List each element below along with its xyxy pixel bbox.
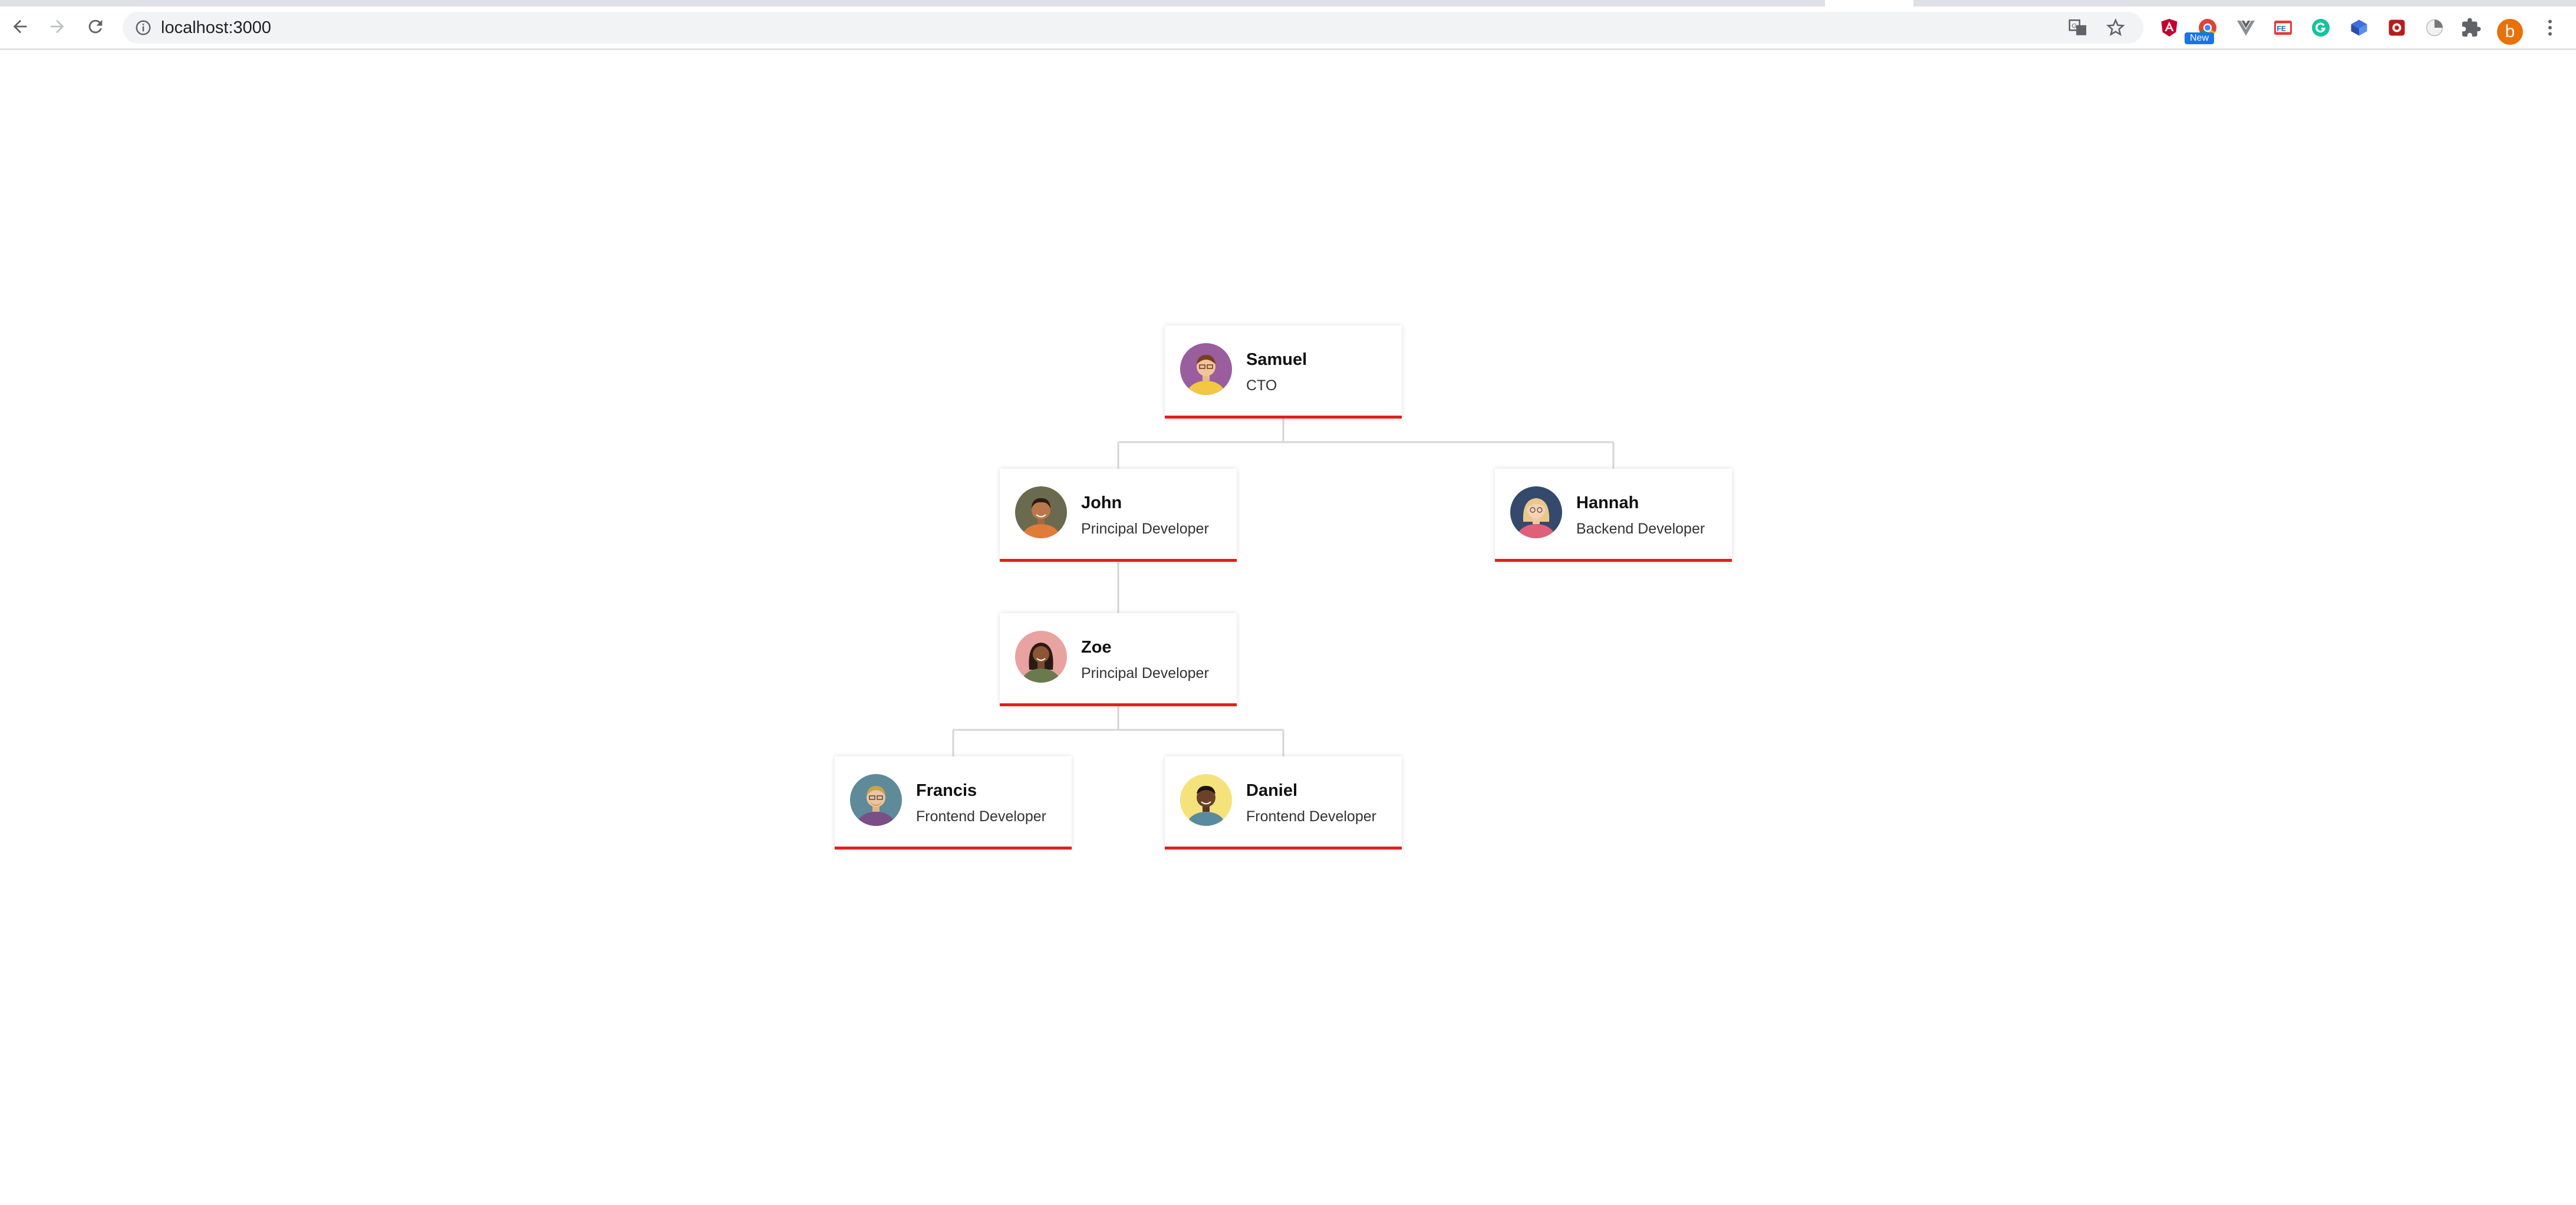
- translate-icon[interactable]: G: [2068, 18, 2088, 38]
- new-badge: New: [2185, 32, 2214, 44]
- active-tab-edge[interactable]: [1825, 0, 1913, 6]
- star-icon[interactable]: [2106, 18, 2126, 38]
- profile-avatar[interactable]: b: [2497, 19, 2523, 45]
- node-name: Daniel: [1246, 781, 1298, 800]
- org-node-zoe[interactable]: Zoe Principal Developer: [1000, 613, 1237, 706]
- info-icon[interactable]: [134, 19, 152, 37]
- avatar-francis-icon: [850, 774, 902, 826]
- avatar-john-icon: [1015, 486, 1067, 538]
- node-role: CTO: [1246, 377, 1277, 394]
- angular-ext-icon[interactable]: [2157, 16, 2181, 39]
- pie-ext-icon[interactable]: [2423, 16, 2446, 39]
- menu-icon[interactable]: [2538, 16, 2562, 39]
- node-role: Frontend Developer: [916, 808, 1046, 825]
- org-node-hannah[interactable]: Hannah Backend Developer: [1495, 469, 1732, 562]
- address-bar[interactable]: localhost:3000 G: [123, 12, 2143, 44]
- browser-toolbar: localhost:3000 G New FE b: [0, 6, 2576, 50]
- puzzle-icon[interactable]: [2459, 16, 2483, 39]
- red-ext-icon[interactable]: [2385, 16, 2409, 39]
- svg-text:FE: FE: [2277, 24, 2286, 32]
- node-name: Hannah: [1576, 493, 1639, 512]
- tab-strip: [0, 0, 2576, 6]
- node-role: Principal Developer: [1081, 521, 1209, 537]
- avatar-zoe-icon: [1015, 631, 1067, 683]
- avatar-daniel-icon: [1180, 774, 1232, 826]
- node-name: John: [1081, 493, 1122, 512]
- back-icon[interactable]: [7, 14, 33, 39]
- node-role: Principal Developer: [1081, 665, 1209, 681]
- avatar: [1180, 343, 1232, 395]
- svg-text:G: G: [2071, 23, 2077, 30]
- org-chart-connectors: [952, 419, 1615, 756]
- node-role: Frontend Developer: [1246, 808, 1376, 825]
- vue-ext-icon[interactable]: [2234, 16, 2258, 39]
- org-node-daniel[interactable]: Daniel Frontend Developer: [1165, 756, 1402, 850]
- avatar: [850, 774, 902, 826]
- avatar: [1510, 486, 1562, 538]
- node-name: Samuel: [1246, 350, 1307, 369]
- reload-icon[interactable]: [83, 14, 108, 39]
- connector-samuel: [1117, 419, 1615, 469]
- avatar: [1015, 486, 1067, 538]
- avatar: [1180, 774, 1232, 826]
- forward-icon[interactable]: [44, 14, 70, 39]
- node-name: Zoe: [1081, 638, 1112, 657]
- grammarly-ext-icon[interactable]: [2309, 16, 2333, 39]
- node-name: Francis: [916, 781, 977, 800]
- fe-ext-icon[interactable]: FE: [2271, 16, 2295, 39]
- cube-ext-icon[interactable]: [2347, 16, 2371, 39]
- org-node-francis[interactable]: Francis Frontend Developer: [835, 756, 1072, 850]
- url-text[interactable]: localhost:3000: [161, 12, 271, 44]
- node-role: Backend Developer: [1576, 521, 1705, 537]
- org-node-john[interactable]: John Principal Developer: [1000, 469, 1237, 562]
- org-node-samuel[interactable]: Samuel CTO: [1165, 325, 1402, 419]
- connector-zoe: [952, 706, 1284, 756]
- avatar: [1015, 631, 1067, 683]
- avatar-hannah-icon: [1510, 486, 1562, 538]
- avatar-samuel-icon: [1180, 343, 1232, 395]
